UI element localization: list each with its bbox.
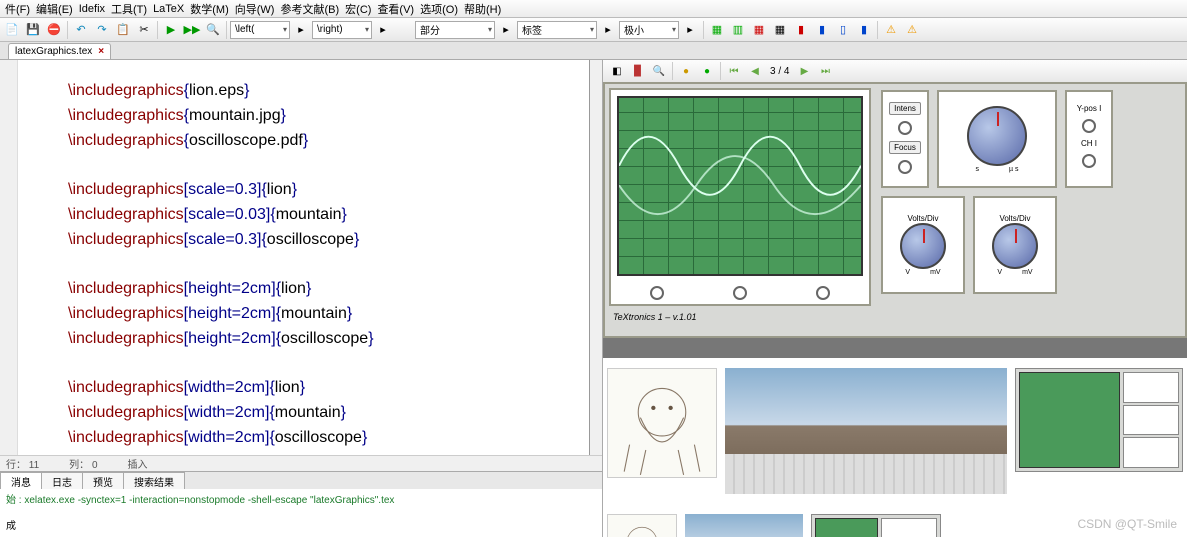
next-icon[interactable]: ▸ xyxy=(291,20,311,40)
menu-item[interactable]: 件(F) xyxy=(2,1,33,17)
mountain-image-sm xyxy=(685,514,803,537)
pv-first-icon[interactable]: ⏮ xyxy=(724,61,744,81)
flag2-icon[interactable]: ▮ xyxy=(812,20,832,40)
oscilloscope-image: TeXtronics 1 – v.1.01 Intens Focus sµ s xyxy=(603,82,1187,338)
file-tab-bar: latexGraphics.tex × xyxy=(0,42,1187,60)
grid2-icon[interactable]: ▥ xyxy=(728,20,748,40)
label-combo[interactable]: 标签 xyxy=(517,21,597,39)
pdf-preview[interactable]: TeXtronics 1 – v.1.01 Intens Focus sµ s xyxy=(603,82,1187,537)
menu-item[interactable]: 宏(C) xyxy=(342,1,374,17)
lion-image-sm xyxy=(607,514,677,537)
watermark: CSDN @QT-Smile xyxy=(1077,517,1177,531)
file-tab-label: latexGraphics.tex xyxy=(15,46,92,57)
status-bar: 行： 11 列： 0 插入 xyxy=(0,455,602,471)
output-tab[interactable]: 日志 xyxy=(41,472,83,489)
output-tab[interactable]: 消息 xyxy=(0,472,42,489)
redo-icon[interactable]: ↷ xyxy=(92,20,112,40)
flag4-icon[interactable]: ▮ xyxy=(854,20,874,40)
menu-item[interactable]: 参考文献(B) xyxy=(277,1,342,17)
flag3-icon[interactable]: ▯ xyxy=(833,20,853,40)
copy-icon[interactable]: 📋 xyxy=(113,20,133,40)
preview-toolbar: ◧ ▉ 🔍 ● ● ⏮ ◀ 3 / 4 ▶ ⏭ xyxy=(603,60,1187,82)
menu-item[interactable]: LaTeX xyxy=(150,3,187,15)
buildview-icon[interactable]: ▶▶ xyxy=(182,20,202,40)
preview-row-scaled xyxy=(603,358,1187,504)
lion-image xyxy=(607,368,717,478)
size-combo[interactable]: 极小 xyxy=(619,21,679,39)
pv-book-icon[interactable]: ▉ xyxy=(628,61,648,81)
grid3-icon[interactable]: ▦ xyxy=(749,20,769,40)
pv-next-icon[interactable]: ▶ xyxy=(794,61,814,81)
close-tab-icon[interactable]: × xyxy=(98,46,104,57)
pv-dot2[interactable]: ● xyxy=(697,61,717,81)
message-area: 始 : xelatex.exe -synctex=1 -interaction=… xyxy=(0,489,602,537)
close-icon[interactable]: ⛔ xyxy=(44,20,64,40)
grid4-icon[interactable]: ▦ xyxy=(770,20,790,40)
menu-item[interactable]: 查看(V) xyxy=(374,1,417,17)
oscilloscope-mini-sm xyxy=(811,514,941,537)
pv-dot1[interactable]: ● xyxy=(676,61,696,81)
oscilloscope-mini xyxy=(1015,368,1183,472)
warn-icon[interactable]: ⚠ xyxy=(881,20,901,40)
undo-icon[interactable]: ↶ xyxy=(71,20,91,40)
menu-item[interactable]: 帮助(H) xyxy=(461,1,504,17)
menu-item[interactable]: 向导(W) xyxy=(232,1,278,17)
new-icon[interactable]: 📄 xyxy=(2,20,22,40)
menu-item[interactable]: 工具(T) xyxy=(108,1,150,17)
pv-last-icon[interactable]: ⏭ xyxy=(815,61,835,81)
output-tab[interactable]: 搜索结果 xyxy=(123,472,185,489)
stop-icon[interactable]: 🔍 xyxy=(203,20,223,40)
warn2-icon[interactable]: ⚠ xyxy=(902,20,922,40)
pv-zoom-icon[interactable]: 🔍 xyxy=(649,61,669,81)
gutter xyxy=(0,60,18,455)
output-tab[interactable]: 预览 xyxy=(82,472,124,489)
section-combo[interactable]: 部分 xyxy=(415,21,495,39)
file-tab[interactable]: latexGraphics.tex × xyxy=(8,43,111,59)
left-delim-combo[interactable]: \left( xyxy=(230,21,290,39)
next2-icon[interactable]: ▸ xyxy=(373,20,393,40)
right-delim-combo[interactable]: \right) xyxy=(312,21,372,39)
build-icon[interactable]: ▶ xyxy=(161,20,181,40)
menu-bar: 件(F)编辑(E)Idefix工具(T)LaTeX数学(M)向导(W)参考文献(… xyxy=(0,0,1187,18)
pv-prev-icon[interactable]: ◀ xyxy=(745,61,765,81)
pv-btn[interactable]: ◧ xyxy=(607,61,627,81)
page-indicator: 3 / 4 xyxy=(766,66,793,77)
output-tabs: 消息日志预览搜索结果 xyxy=(0,471,602,489)
menu-item[interactable]: 编辑(E) xyxy=(33,1,76,17)
editor-scrollbar[interactable] xyxy=(589,60,602,455)
mountain-image xyxy=(725,368,1007,494)
cut-icon[interactable]: ✂ xyxy=(134,20,154,40)
menu-item[interactable]: 选项(O) xyxy=(417,1,461,17)
code-editor[interactable]: \includegraphics{lion.eps} \includegraph… xyxy=(18,60,589,455)
main-toolbar: 📄 💾 ⛔ ↶ ↷ 📋 ✂ ▶ ▶▶ 🔍 \left( ▸ \right) ▸ … xyxy=(0,18,1187,42)
save-icon[interactable]: 💾 xyxy=(23,20,43,40)
menu-item[interactable]: 数学(M) xyxy=(187,1,232,17)
menu-item[interactable]: Idefix xyxy=(76,3,108,15)
grid1-icon[interactable]: ▦ xyxy=(707,20,727,40)
flag1-icon[interactable]: ▮ xyxy=(791,20,811,40)
